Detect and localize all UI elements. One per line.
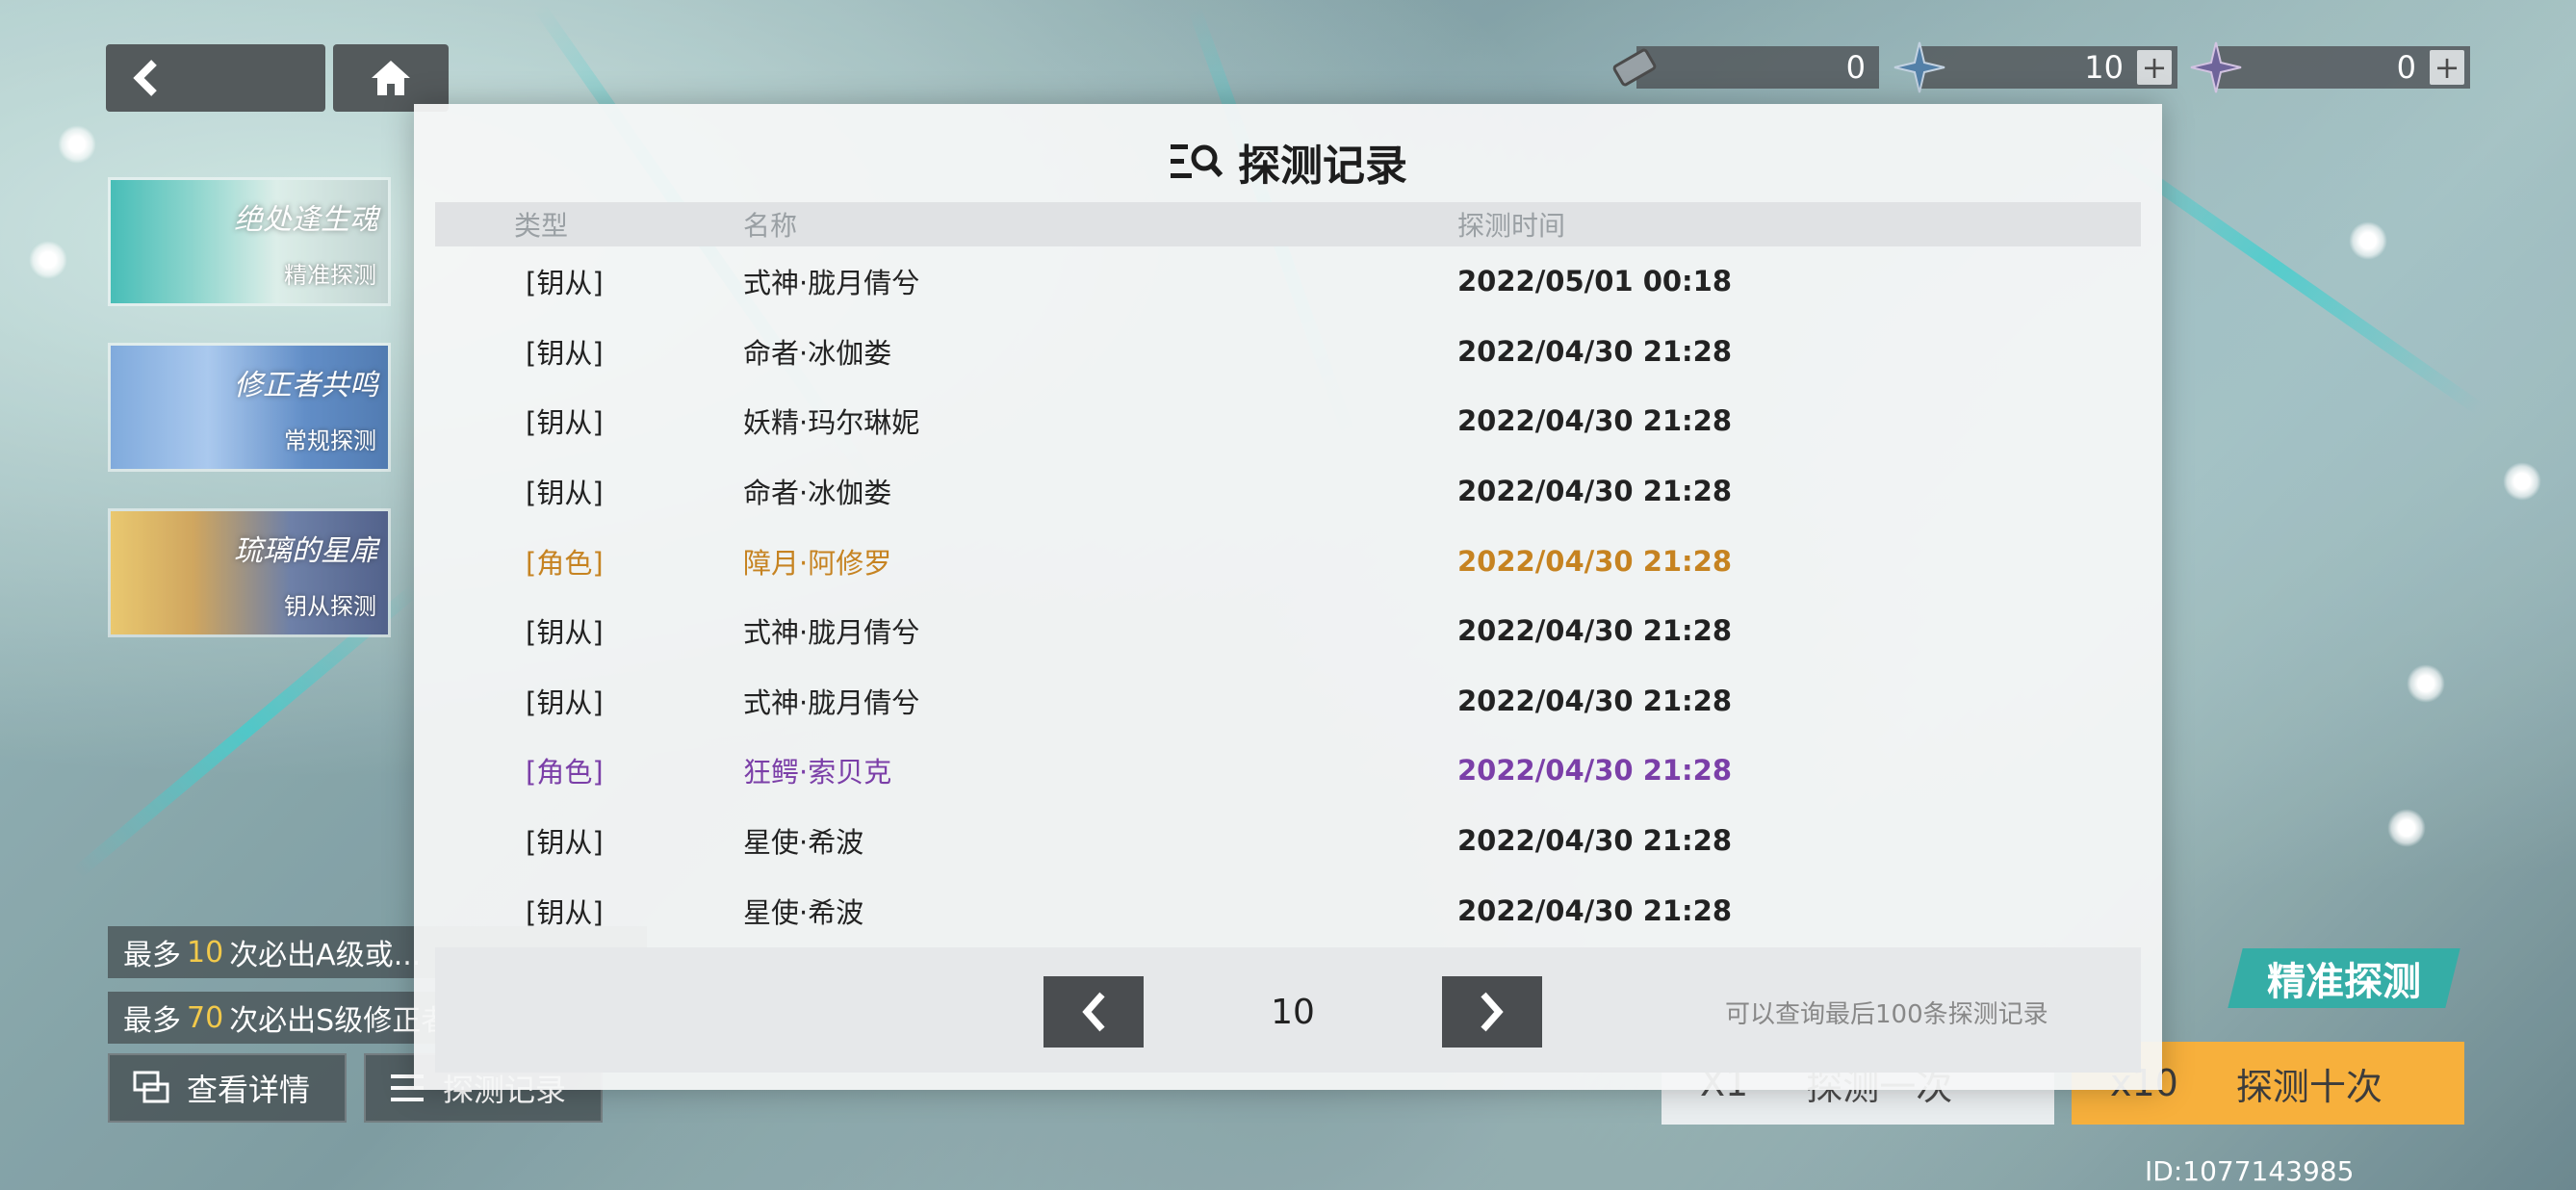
record-type: [钥从] <box>526 406 604 440</box>
record-type: [钥从] <box>526 616 604 650</box>
table-row: [钥从] 式神·胧月倩兮 2022/04/30 21:28 <box>435 596 2141 666</box>
record-time: 2022/05/01 00:18 <box>1457 265 1733 298</box>
pagination: 10 可以查询最后100条探测记录 <box>435 947 2141 1073</box>
table-row: [钥从] 式神·胧月倩兮 2022/04/30 21:28 <box>435 666 2141 737</box>
record-name: 命者·冰伽娄 <box>743 336 892 370</box>
table-row: [钥从] 命者·冰伽娄 2022/04/30 21:28 <box>435 317 2141 387</box>
table-row: [钥从] 星使·希波 2022/04/30 21:28 <box>435 875 2141 945</box>
record-type: [钥从] <box>526 895 604 929</box>
chevron-left-icon <box>1082 992 1105 1032</box>
record-name: 星使·希波 <box>743 826 864 860</box>
record-time: 2022/04/30 21:28 <box>1457 893 1733 927</box>
table-row: [钥从] 妖精·玛尔琳妮 2022/04/30 21:28 <box>435 386 2141 456</box>
table-row: [钥从] 星使·希波 2022/04/30 21:28 <box>435 806 2141 876</box>
record-type: [钥从] <box>526 826 604 860</box>
record-type: [钥从] <box>526 477 604 510</box>
table-row: [钥从] 命者·冰伽娄 2022/04/30 21:28 <box>435 456 2141 527</box>
records-modal: 探测记录 类型 名称 探测时间 [钥从] 式神·胧月倩兮 2022/05/01 00… <box>414 104 2162 1090</box>
record-name: 障月·阿修罗 <box>743 546 892 580</box>
record-type: [角色] <box>526 756 604 789</box>
record-name: 式神·胧月倩兮 <box>743 616 920 650</box>
record-time: 2022/04/30 21:28 <box>1457 544 1733 578</box>
record-type: [钥从] <box>526 336 604 370</box>
record-time: 2022/04/30 21:28 <box>1457 334 1733 368</box>
record-name: 狂鳄·索贝克 <box>743 756 892 789</box>
record-name: 星使·希波 <box>743 895 864 929</box>
record-type: [钥从] <box>526 686 604 719</box>
record-type: [角色] <box>526 546 604 580</box>
page-number: 10 <box>1271 992 1315 1032</box>
records-limit-note: 可以查询最后100条探测记录 <box>1725 999 2048 1029</box>
chevron-right-icon <box>1481 992 1504 1032</box>
table-row: [角色] 狂鳄·索贝克 2022/04/30 21:28 <box>435 736 2141 806</box>
record-time: 2022/04/30 21:28 <box>1457 824 1733 858</box>
record-name: 命者·冰伽娄 <box>743 477 892 510</box>
record-time: 2022/04/30 21:28 <box>1457 684 1733 717</box>
record-time: 2022/04/30 21:28 <box>1457 475 1733 508</box>
modal-title: 探测记录 <box>414 127 2162 196</box>
prev-page-button[interactable] <box>1043 976 1144 1048</box>
record-name: 妖精·玛尔琳妮 <box>743 406 920 440</box>
table-header: 类型 名称 探测时间 <box>435 202 2141 246</box>
record-name: 式神·胧月倩兮 <box>743 686 920 719</box>
record-type: [钥从] <box>526 267 604 300</box>
record-time: 2022/04/30 21:28 <box>1457 754 1733 788</box>
next-page-button[interactable] <box>1442 976 1542 1048</box>
record-time: 2022/04/30 21:28 <box>1457 614 1733 648</box>
search-list-icon <box>1171 144 1224 178</box>
record-name: 式神·胧月倩兮 <box>743 267 920 300</box>
table-row: [钥从] 式神·胧月倩兮 2022/05/01 00:18 <box>435 246 2141 317</box>
record-time: 2022/04/30 21:28 <box>1457 404 1733 438</box>
records-list: [钥从] 式神·胧月倩兮 2022/05/01 00:18 [钥从] 命者·冰伽娄 202… <box>435 246 2141 945</box>
table-row: [角色] 障月·阿修罗 2022/04/30 21:28 <box>435 526 2141 596</box>
